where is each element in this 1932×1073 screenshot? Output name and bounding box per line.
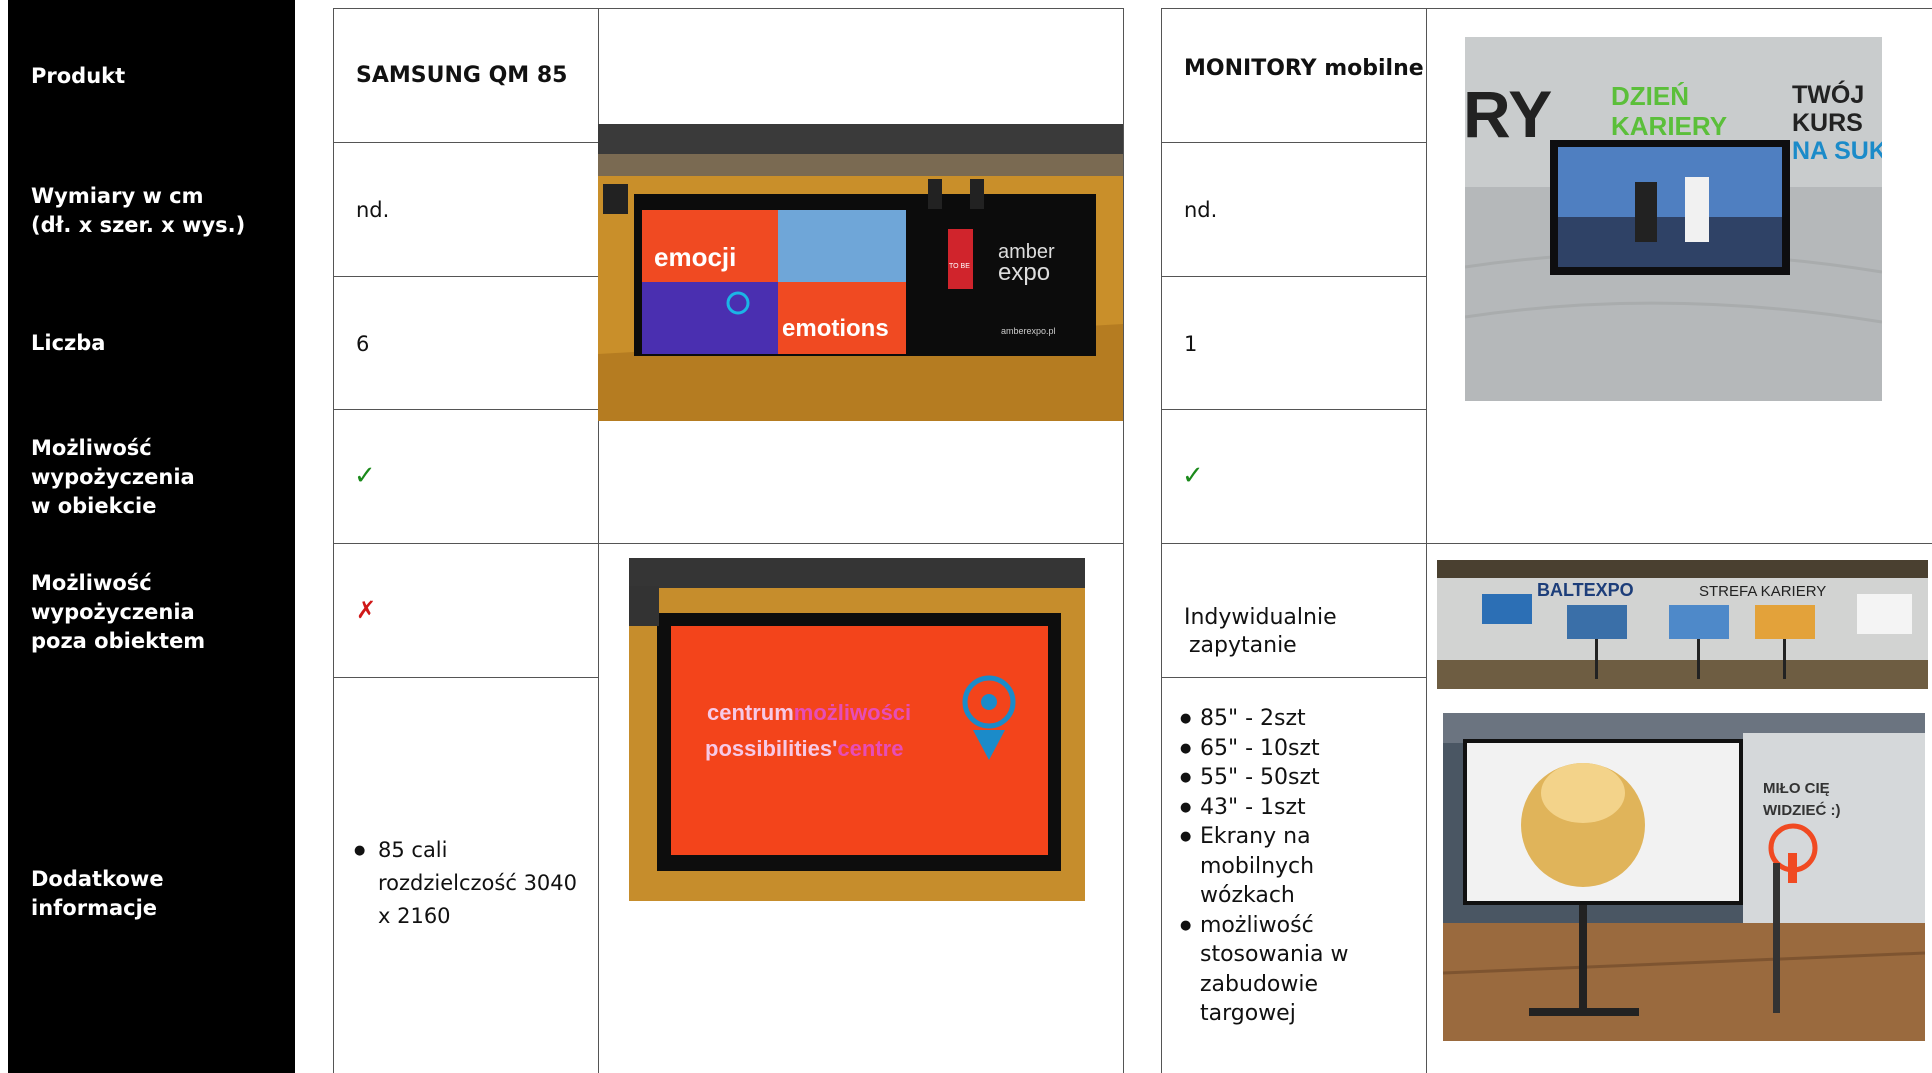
- expo-text: expo: [998, 259, 1050, 286]
- expo-booth-photo: BALTEXPO STREFA KARIERY: [1437, 560, 1928, 689]
- label-zewn-2: wypożyczenia: [31, 600, 195, 624]
- mozliwosci-text: możliwości: [794, 700, 911, 725]
- samsung-led-wall-photo: emocji emotions TO BE amber expo amberex…: [598, 124, 1123, 421]
- info-item: możliwość stosowania w zabudowie targowe…: [1180, 911, 1380, 1029]
- svg-text:possibilities'centre: possibilities'centre: [705, 736, 903, 761]
- strefa-text: STREFA KARIERY: [1699, 583, 1826, 600]
- centre-text: centre: [837, 736, 903, 761]
- label-wymiary-1: Wymiary w cm: [31, 184, 204, 208]
- bullet-icon: ●: [354, 843, 366, 858]
- label-wewn-3: w obiekcie: [31, 494, 157, 518]
- count-value: 6: [356, 332, 370, 356]
- product-name: MONITORY mobilne: [1184, 56, 1424, 81]
- info-list: ● 85 cali rozdzielczość 3040 x 2160: [354, 834, 577, 933]
- widziec-text: WIDZIEĆ :): [1763, 801, 1840, 819]
- info-line-3: x 2160: [378, 904, 451, 928]
- dzien-text: DZIEŃ: [1611, 81, 1689, 111]
- emotions-text: emotions: [782, 315, 889, 342]
- baltexpo-text: BALTEXPO: [1537, 580, 1634, 600]
- nasuk-text: NA SUK: [1792, 137, 1882, 165]
- label-dodatkowe: Dodatkowe informacje: [31, 867, 164, 920]
- dimensions-value: nd.: [1184, 198, 1218, 222]
- label-liczba: Liczba: [31, 331, 106, 355]
- site-text: amberexpo.pl: [1001, 326, 1056, 336]
- info-item: Ekrany na mobilnych wózkach: [1180, 822, 1380, 911]
- milo-text: MIŁO CIĘ: [1763, 780, 1830, 797]
- outside-venue-line-1: Indywidualnie: [1184, 605, 1337, 630]
- emocji-text: emocji: [654, 242, 736, 272]
- tobe-text: TO BE: [949, 263, 970, 270]
- cross-icon: ✗: [356, 596, 377, 624]
- check-icon: ✓: [1182, 461, 1204, 491]
- ry-text: RY: [1465, 77, 1552, 151]
- label-wewn-1: Możliwość: [31, 436, 152, 460]
- info-line-2: rozdzielczość 3040: [378, 871, 578, 895]
- mobile-monitor-photo: MIŁO CIĘ WIDZIEĆ :): [1443, 713, 1925, 1041]
- svg-text:centrummożliwości: centrummożliwości: [707, 700, 911, 725]
- info-list: 85" - 2szt 65" - 10szt 55" - 50szt 43" -…: [1180, 704, 1380, 1029]
- label-zewn-1: Możliwość: [31, 571, 152, 595]
- wall-monitor-photo: RY DZIEŃ KARIERY TWÓJ KURS NA SUK: [1465, 37, 1882, 401]
- count-value: 1: [1184, 332, 1198, 356]
- label-wewn-2: wypożyczenia: [31, 465, 195, 489]
- label-wymiary-2: (dł. x szer. x wys.): [31, 213, 246, 237]
- info-item: 43" - 1szt: [1180, 793, 1380, 823]
- kariery-text: KARIERY: [1611, 111, 1727, 141]
- info-item: 65" - 10szt: [1180, 734, 1380, 764]
- product-name: SAMSUNG QM 85: [356, 63, 568, 88]
- dimensions-value: nd.: [356, 198, 390, 222]
- info-item: 85" - 2szt: [1180, 704, 1380, 734]
- label-zewn-3: poza obiektem: [31, 629, 206, 653]
- info-item: 55" - 50szt: [1180, 763, 1380, 793]
- check-icon: ✓: [354, 461, 376, 491]
- outside-venue-line-2: zapytanie: [1189, 633, 1297, 658]
- centrum-text: centrum: [707, 700, 794, 725]
- label-produkt: Produkt: [31, 64, 126, 88]
- info-item: ● 85 cali: [354, 834, 577, 867]
- samsung-orange-screen-photo: centrummożliwości possibilities'centre: [629, 558, 1085, 901]
- row-labels-sidebar: Produkt Wymiary w cm (dł. x szer. x wys.…: [8, 0, 295, 1073]
- possibilities-text: possibilities': [705, 736, 837, 761]
- info-line-1: 85 cali: [378, 838, 448, 862]
- twoj-text: TWÓJ: [1792, 79, 1864, 109]
- kurs-text: KURS: [1792, 109, 1863, 137]
